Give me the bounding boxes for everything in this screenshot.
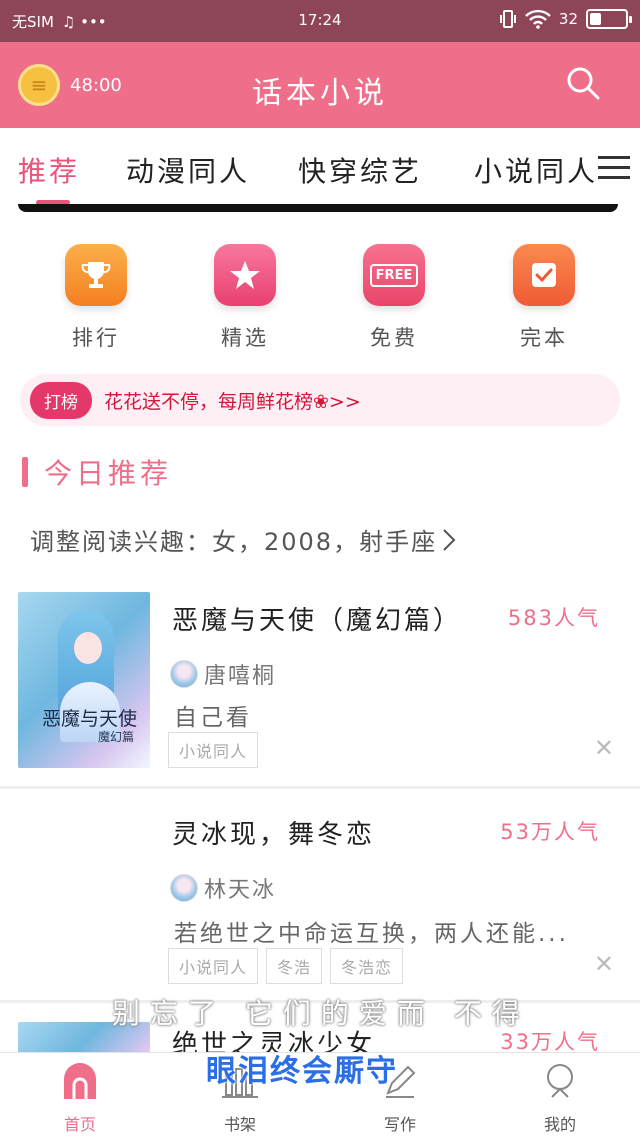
banner-edge[interactable]	[18, 204, 618, 212]
tab-anime-fanfic[interactable]: 动漫同人	[126, 150, 250, 190]
section-accent-bar	[22, 457, 28, 487]
entry-ranking[interactable]: 排行	[46, 244, 146, 352]
cover-title: 恶魔与天使	[42, 708, 138, 730]
book-description: 自己看	[174, 705, 252, 731]
tab-recommend[interactable]: 推荐	[18, 150, 80, 190]
menu-icon[interactable]	[598, 156, 630, 180]
chevron-right-icon	[443, 528, 456, 551]
free-icon-text: FREE	[369, 263, 419, 287]
battery-icon	[586, 9, 632, 29]
nav-home-label: 首页	[63, 1115, 96, 1134]
promo-banner[interactable]: 打榜 花花送不停，每周鲜花榜❀>>	[20, 374, 620, 426]
book-tag[interactable]: 小说同人	[168, 732, 259, 768]
entry-featured[interactable]: 精选	[195, 244, 295, 352]
book-description: 若绝世之中命运互换，两人还能...	[174, 921, 569, 947]
category-tabs: 推荐 动漫同人 快穿综艺 小说同人	[0, 128, 640, 208]
nav-profile-label: 我的	[543, 1115, 576, 1134]
book-tag[interactable]: 冬浩恋	[330, 948, 404, 984]
promo-text: 花花送不停，每周鲜花榜❀>>	[104, 390, 361, 413]
author-name: 唐嘻桐	[204, 664, 277, 689]
overlay-subtitle-1: 别忘了 它们的爱而 不得	[112, 997, 530, 1030]
author-avatar	[170, 874, 198, 902]
cover-subtitle: 魔幻篇	[98, 730, 135, 744]
entry-ranking-label: 排行	[72, 326, 120, 350]
tab-quick-transmigration[interactable]: 快穿综艺	[298, 150, 422, 190]
quick-entries: 排行 精选 FREE 免费 完本	[0, 244, 640, 356]
adjust-interest-link[interactable]: 调整阅读兴趣：女，2008，射手座	[30, 522, 457, 557]
book-popularity: 583人气	[507, 606, 600, 630]
nav-profile[interactable]: 我的	[510, 1061, 610, 1135]
nav-home[interactable]: 首页	[30, 1061, 130, 1135]
divider	[0, 786, 640, 789]
entry-completed-label: 完本	[520, 326, 568, 350]
close-icon[interactable]: ✕	[594, 950, 614, 978]
author-avatar	[170, 660, 198, 688]
book-popularity: 53万人气	[500, 820, 600, 844]
book-tags: 小说同人	[168, 732, 259, 768]
free-icon: FREE	[363, 244, 425, 306]
trophy-icon	[65, 244, 127, 306]
status-bar: 无SIM ♫ ••• 17:24 32	[0, 0, 640, 42]
interest-text: 调整阅读兴趣：女，2008，射手座	[30, 528, 438, 556]
nav-bookshelf-label: 书架	[223, 1115, 256, 1134]
app-title: 话本小说	[252, 76, 388, 111]
book-cover[interactable]: 恶魔与天使 魔幻篇	[18, 592, 150, 768]
book-author[interactable]: 林天冰	[170, 872, 276, 904]
entry-completed[interactable]: 完本	[494, 244, 594, 352]
vibrate-icon	[499, 10, 516, 28]
promo-badge: 打榜	[30, 381, 92, 419]
author-name: 林天冰	[204, 878, 277, 903]
status-right: 32	[499, 9, 632, 29]
profile-icon	[547, 1064, 573, 1098]
book-title: 恶魔与天使（魔幻篇）	[172, 606, 463, 636]
overlay-subtitle-2: 眼泪终会厮守	[206, 1054, 398, 1089]
wifi-icon	[525, 9, 551, 29]
home-icon	[64, 1063, 96, 1099]
section-title: 今日推荐	[44, 457, 173, 490]
book-card[interactable]: 恶魔与天使 魔幻篇 恶魔与天使（魔幻篇） 583人气 唐嘻桐 自己看 小说同人 …	[0, 592, 640, 782]
entry-free-label: 免费	[370, 326, 418, 350]
book-tags: 小说同人 冬浩 冬浩恋	[168, 948, 404, 984]
battery-fill	[590, 13, 601, 25]
tab-novel-fanfic[interactable]: 小说同人	[474, 150, 598, 190]
book-title: 灵冰现，舞冬恋	[172, 820, 376, 850]
book-card[interactable]: 灵冰现，舞冬恋 53万人气 林天冰 若绝世之中命运互换，两人还能... 小说同人…	[0, 800, 640, 1000]
search-icon[interactable]	[566, 66, 600, 100]
star-icon	[214, 244, 276, 306]
book-tag[interactable]: 冬浩	[266, 948, 323, 984]
check-icon	[513, 244, 575, 306]
book-tag[interactable]: 小说同人	[168, 948, 259, 984]
entry-free[interactable]: FREE 免费	[344, 244, 444, 352]
close-icon[interactable]: ✕	[594, 734, 614, 762]
section-header: 今日推荐	[22, 454, 172, 490]
app-header: ≡ 48:00 话本小说	[0, 42, 640, 128]
nav-write-label: 写作	[383, 1115, 416, 1134]
battery-percent: 32	[558, 10, 578, 28]
entry-featured-label: 精选	[221, 326, 269, 350]
book-author[interactable]: 唐嘻桐	[170, 658, 276, 690]
